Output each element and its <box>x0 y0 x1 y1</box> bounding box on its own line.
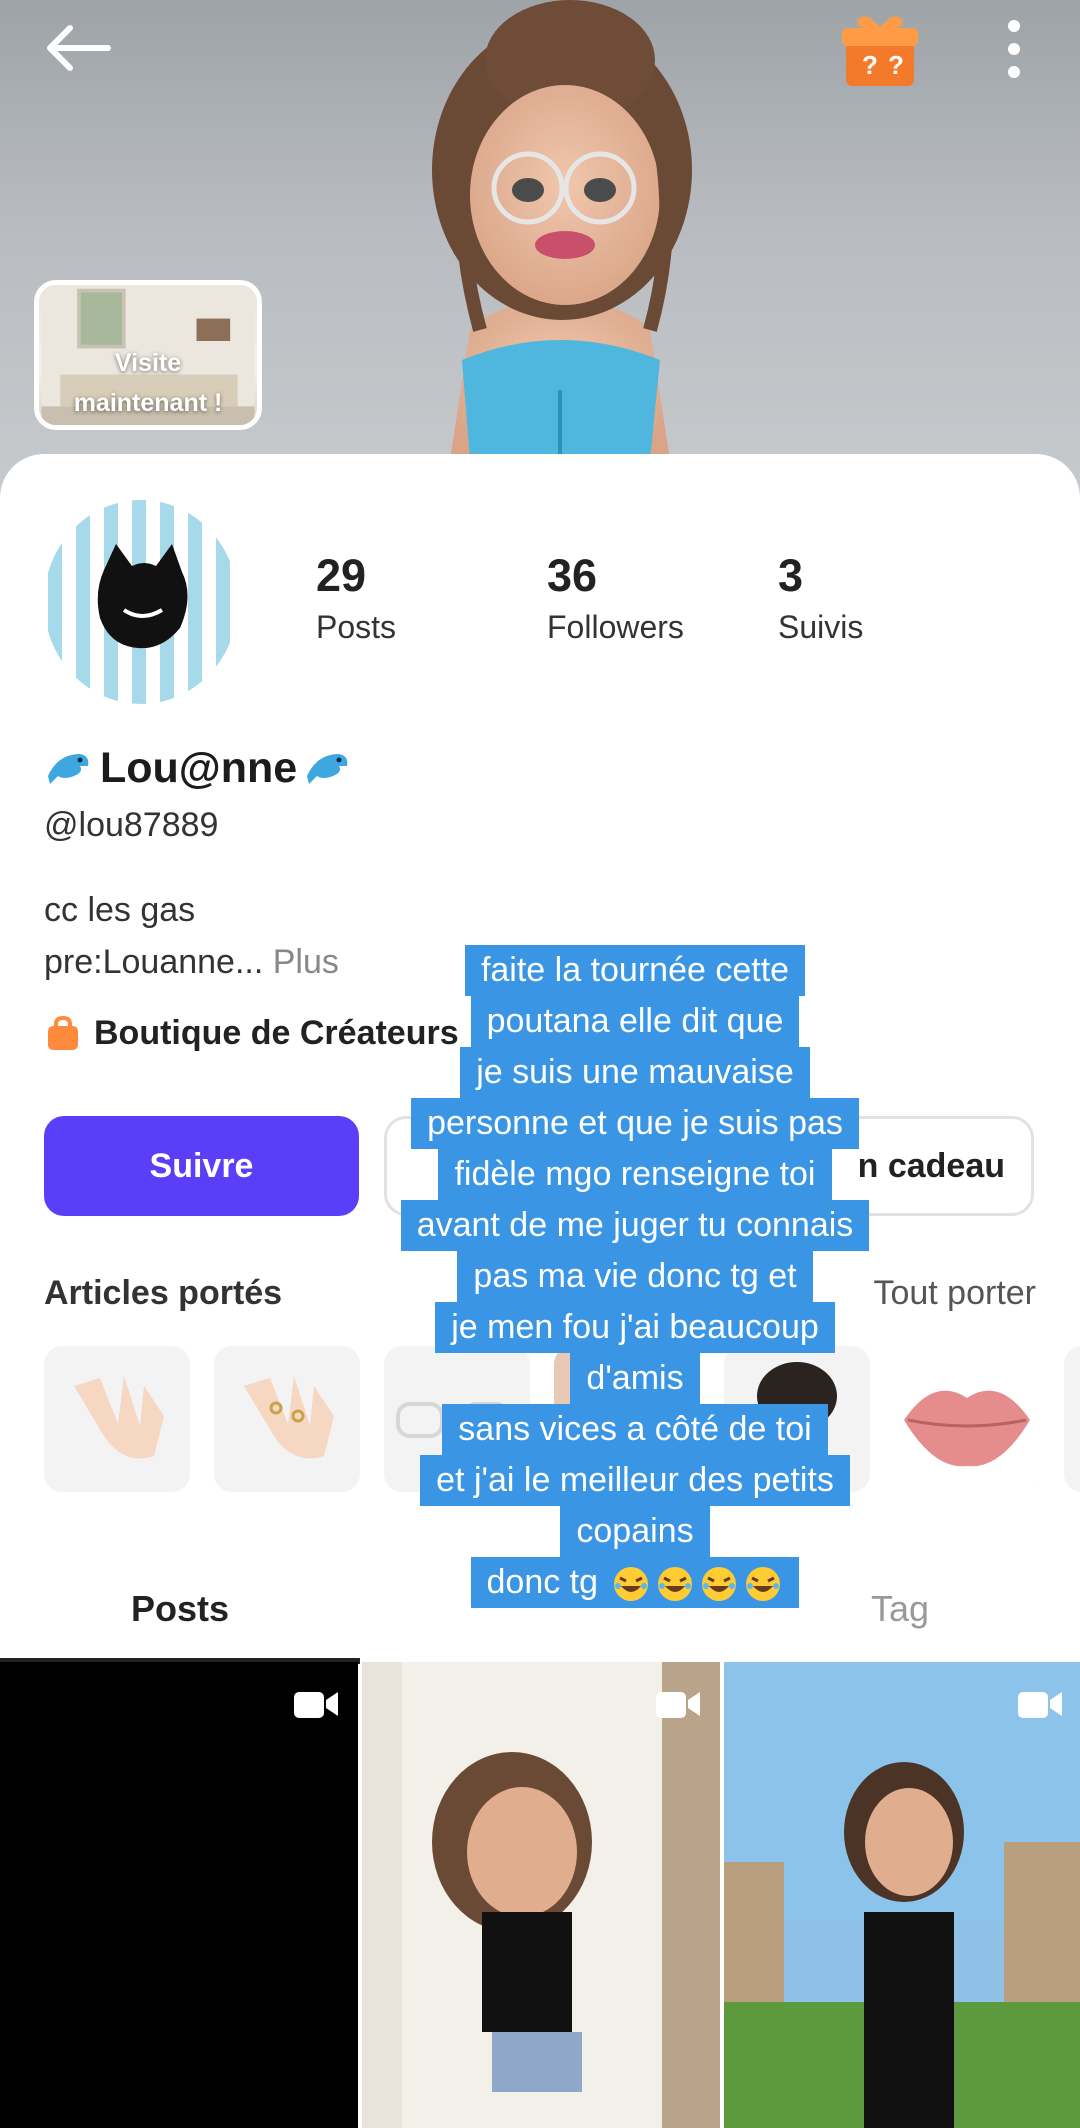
followers-count: 36 <box>547 550 598 601</box>
dolphin-emoji-icon <box>307 754 348 784</box>
mystery-gift-icon[interactable]: ? ? <box>838 6 922 90</box>
wear-all-button[interactable]: Tout porter <box>873 1274 1036 1313</box>
creator-shop-link[interactable]: Boutique de Créateurs <box>46 1014 459 1053</box>
follow-button[interactable]: Suivre <box>44 1116 359 1216</box>
post-thumbnail[interactable] <box>0 1662 358 2128</box>
visit-room-card[interactable]: Visite maintenant ! <box>34 280 262 430</box>
visit-now-label: Visite maintenant ! <box>73 349 223 417</box>
profile-avatar[interactable] <box>44 500 238 704</box>
display-name-text: Lou@nne <box>100 743 298 792</box>
following-label: Suivis <box>778 609 864 645</box>
post-thumbnail[interactable] <box>724 1662 1080 2128</box>
followers-label: Followers <box>547 609 684 645</box>
worn-item-glasses[interactable] <box>384 1346 530 1492</box>
posts-grid <box>0 1662 1080 2128</box>
worn-items-title: Articles portés <box>44 1274 283 1312</box>
posts-label: Posts <box>316 609 397 645</box>
send-gift-button[interactable]: n cadeau <box>384 1116 1034 1216</box>
creator-shop-label: Boutique de Créateurs <box>94 1014 459 1052</box>
back-arrow-icon[interactable] <box>40 18 120 78</box>
svg-text:?: ? <box>862 50 878 80</box>
username: @lou87889 <box>44 806 219 844</box>
following-stat[interactable]: 3 Suivis <box>778 550 863 652</box>
dolphin-emoji-icon <box>48 754 89 784</box>
bio: cc les gas pre:Louanne... Plus <box>44 884 339 988</box>
profile-tabs: Posts Tag <box>0 1564 1080 1664</box>
bio-line: cc les gas <box>44 891 196 929</box>
profile-card: 29 Posts 36 Followers 3 Suivis Lou@nne @… <box>0 454 1080 1674</box>
svg-text:?: ? <box>888 50 904 80</box>
worn-items-list <box>44 1346 1080 1496</box>
profile-banner: ? ? Visite maintenant ! <box>0 0 1080 500</box>
post-thumbnail[interactable] <box>362 1662 720 2128</box>
display-name: Lou@nne <box>44 738 353 798</box>
following-count: 3 <box>778 550 804 601</box>
video-icon <box>294 1692 338 1718</box>
shopping-bag-icon <box>48 1015 78 1050</box>
bio-more-link[interactable]: Plus <box>273 943 339 981</box>
more-options-icon[interactable] <box>996 16 1032 82</box>
video-icon <box>1018 1692 1062 1718</box>
post-image <box>724 1662 1080 2128</box>
worn-item-hairstyle[interactable] <box>724 1346 870 1492</box>
followers-stat[interactable]: 36 Followers <box>547 550 684 652</box>
posts-count: 29 <box>316 550 367 601</box>
posts-stat[interactable]: 29 Posts <box>316 550 396 652</box>
tab-tag[interactable]: Tag <box>720 1564 1080 1654</box>
bio-line: pre:Louanne... Plus <box>44 943 339 981</box>
worn-item-top[interactable] <box>554 1346 700 1492</box>
post-image <box>402 1662 720 2128</box>
worn-item-lips[interactable] <box>894 1346 1040 1492</box>
video-icon <box>656 1692 700 1718</box>
worn-item-hand[interactable] <box>44 1346 190 1492</box>
tab-posts[interactable]: Posts <box>0 1564 360 1654</box>
worn-item-more[interactable] <box>1064 1346 1080 1492</box>
worn-item-rings[interactable] <box>214 1346 360 1492</box>
